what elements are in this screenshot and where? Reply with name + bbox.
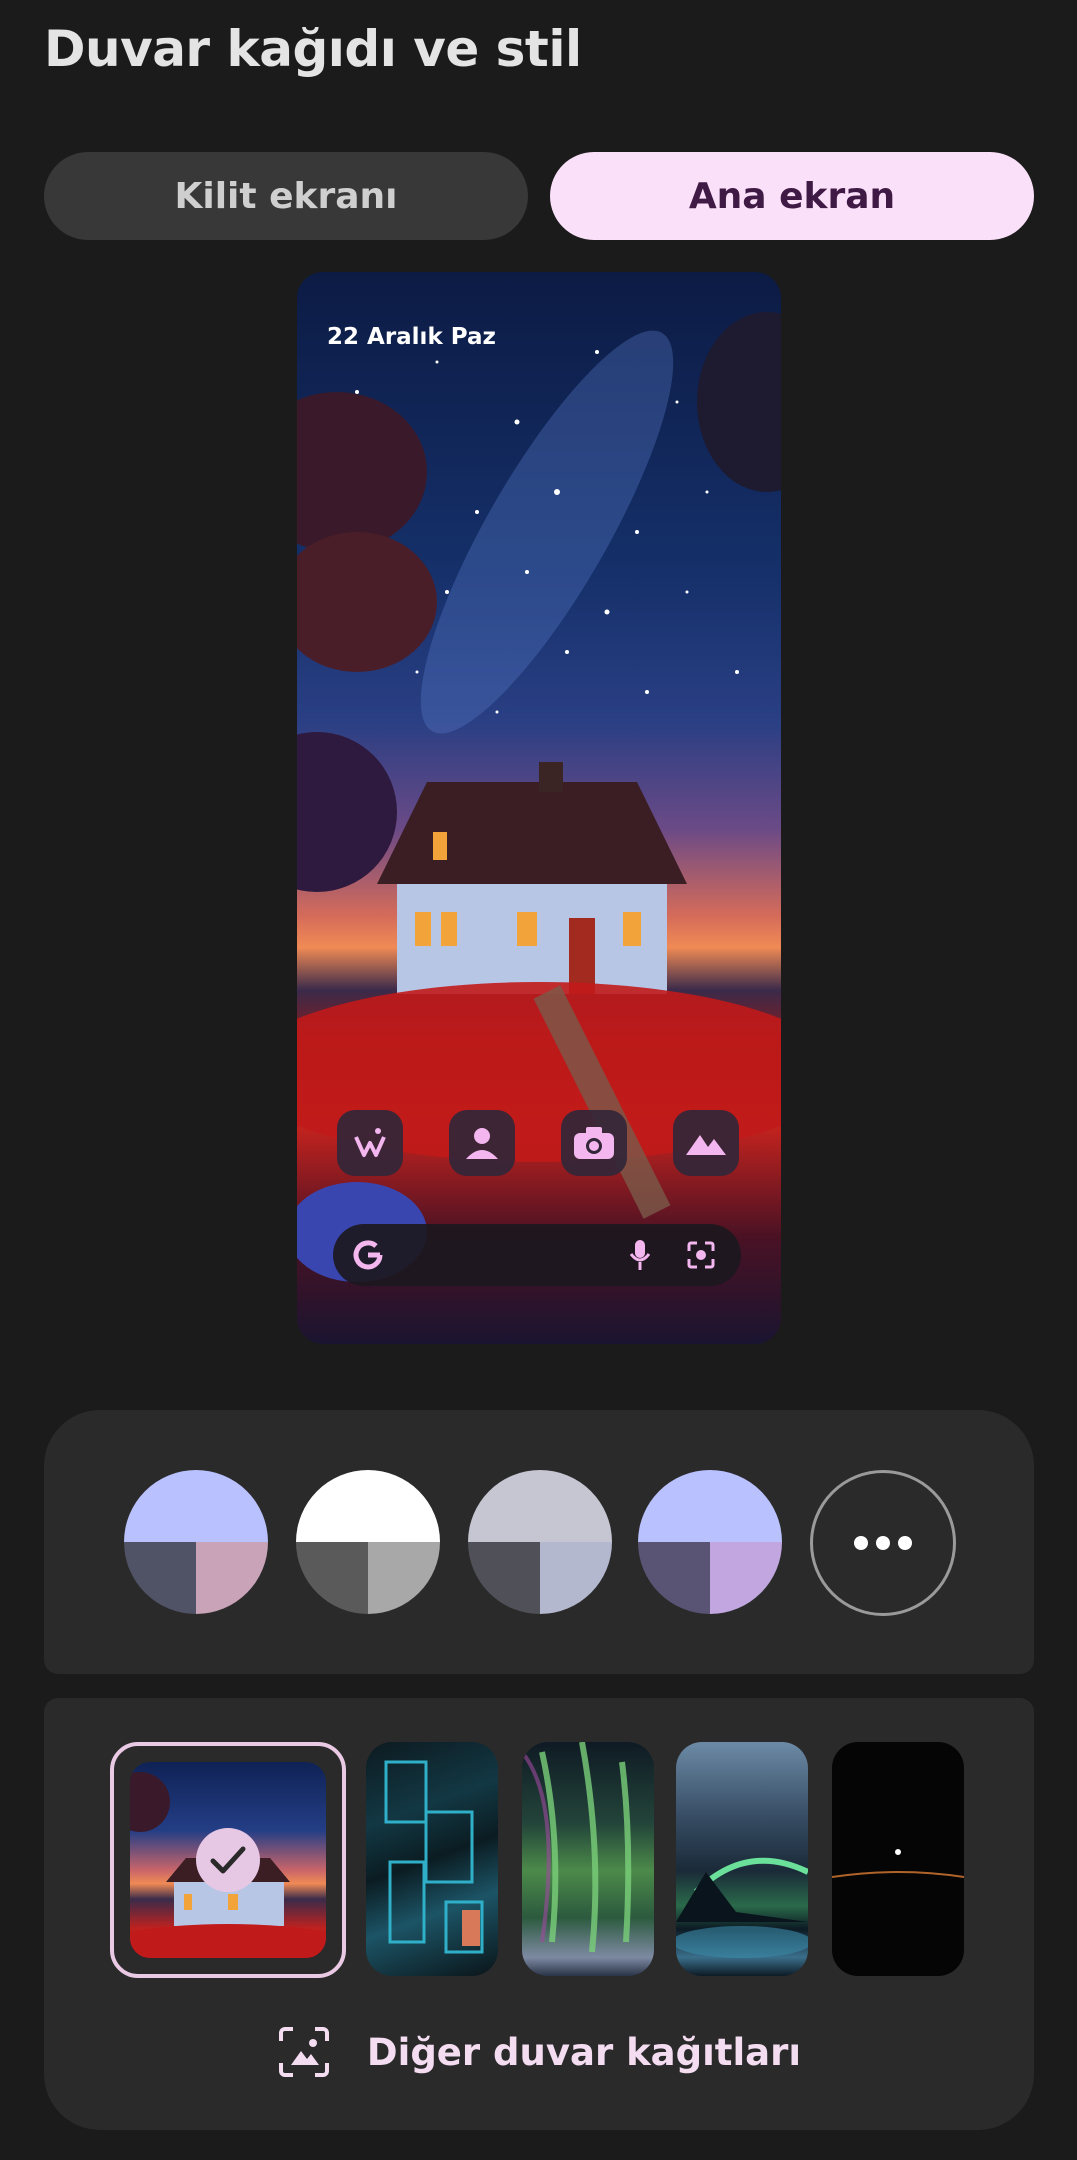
more-palettes-button[interactable]	[810, 1470, 956, 1616]
palette-option-1[interactable]	[124, 1470, 268, 1614]
more-dots-icon	[854, 1536, 912, 1550]
google-icon	[353, 1240, 383, 1270]
wallpaper-thumb-mountain-aurora[interactable]	[676, 1742, 808, 1976]
palette-option-4[interactable]	[638, 1470, 782, 1614]
wallet-sparkle-icon	[337, 1110, 403, 1176]
screen-tabs: Kilit ekranı Ana ekran	[44, 152, 1034, 240]
color-palette-panel	[44, 1410, 1034, 1674]
tab-lock-screen[interactable]: Kilit ekranı	[44, 152, 528, 240]
wallpaper-thumb-aurora-curtains[interactable]	[522, 1742, 654, 1976]
gallery-icon	[673, 1110, 739, 1176]
app-row	[337, 1110, 741, 1176]
contacts-icon	[449, 1110, 515, 1176]
tab-home-screen[interactable]: Ana ekran	[550, 152, 1034, 240]
search-bar[interactable]	[333, 1224, 741, 1286]
wallpaper-scene	[297, 312, 781, 1282]
more-wallpapers-label: Diğer duvar kağıtları	[366, 2030, 802, 2074]
home-screen-preview[interactable]: 22 Aralık Paz	[297, 272, 781, 1344]
palette-option-3[interactable]	[468, 1470, 612, 1614]
wallpaper-icon	[278, 2027, 329, 2077]
wallpaper-panel: Diğer duvar kağıtları	[44, 1698, 1034, 2130]
selected-check-icon	[196, 1828, 260, 1892]
preview-date: 22 Aralık Paz	[327, 324, 496, 350]
wallpaper-thumb-dark-horizon[interactable]	[832, 1742, 964, 1976]
camera-icon	[561, 1110, 627, 1176]
wallpaper-preview-image	[130, 1762, 326, 1958]
lens-icon[interactable]	[685, 1239, 717, 1271]
palette-option-2[interactable]	[296, 1470, 440, 1614]
wallpaper-thumb-starry-cottage[interactable]	[110, 1742, 346, 1978]
wallpaper-thumb-teal-blocks[interactable]	[366, 1742, 498, 1976]
mic-icon[interactable]	[629, 1238, 651, 1272]
page-title: Duvar kağıdı ve stil	[44, 20, 582, 78]
more-wallpapers-button[interactable]: Diğer duvar kağıtları	[44, 2012, 1034, 2092]
